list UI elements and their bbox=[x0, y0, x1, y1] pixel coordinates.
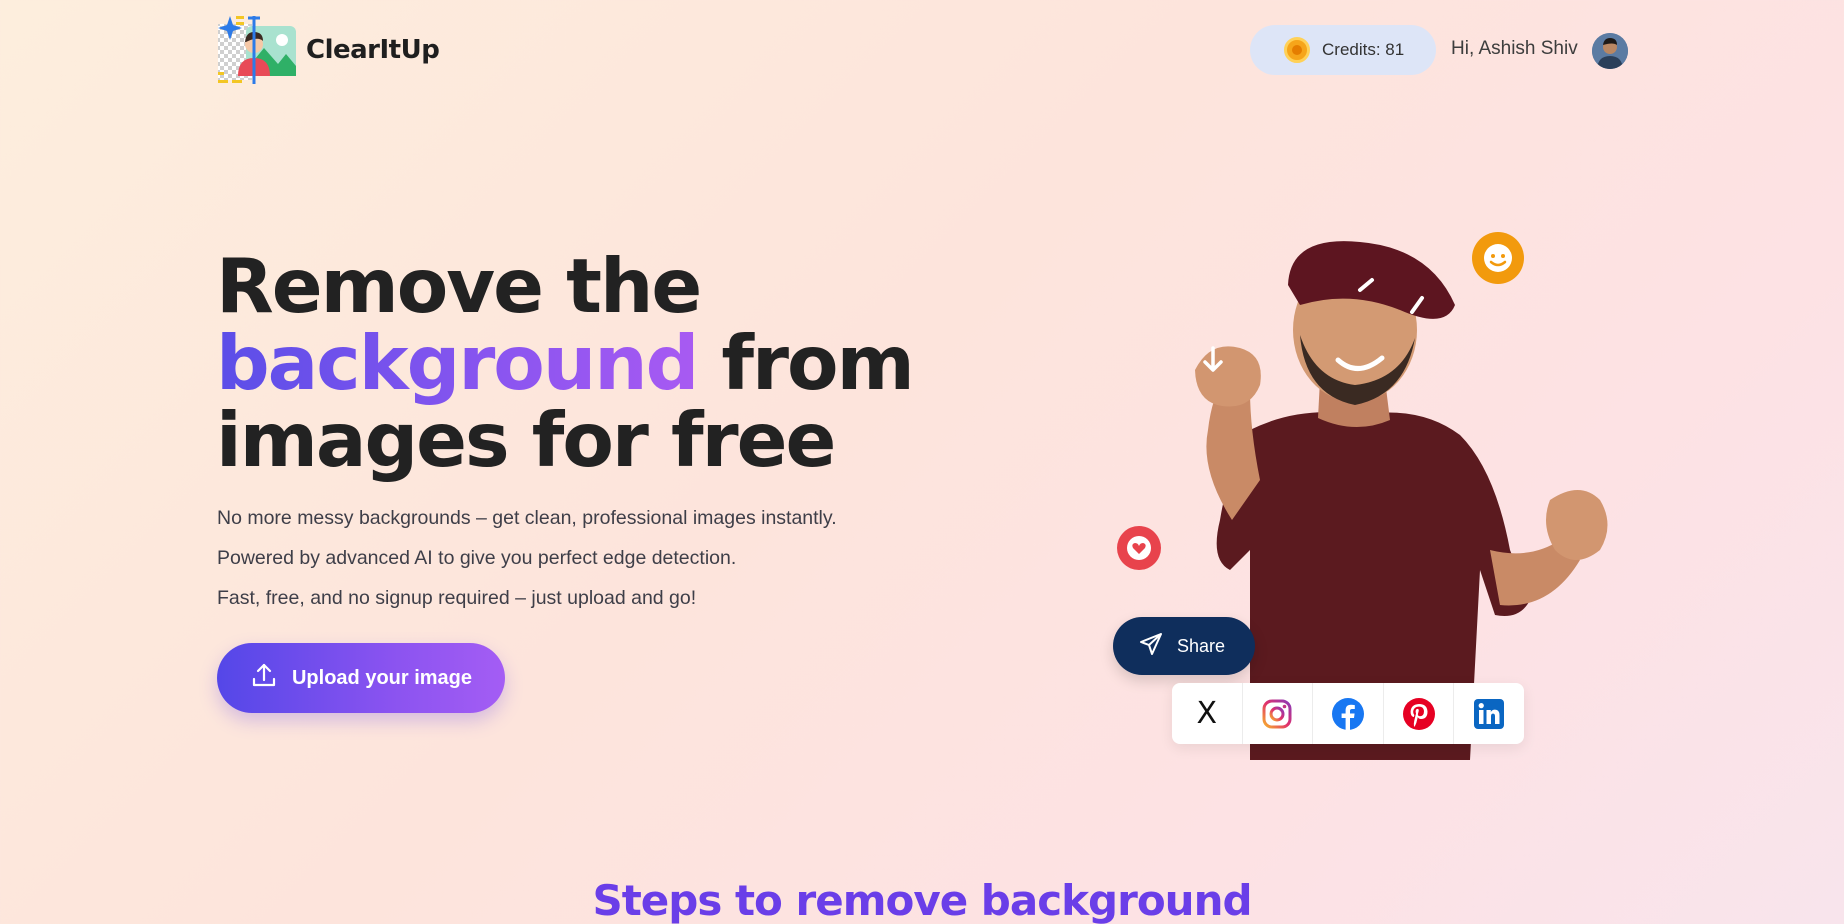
hero-description-1: No more messy backgrounds – get clean, p… bbox=[217, 507, 837, 529]
linkedin-icon bbox=[1474, 698, 1505, 729]
hero-title-line3: images for free bbox=[216, 396, 836, 484]
hero-title-accent: background bbox=[216, 319, 699, 407]
share-button[interactable]: Share bbox=[1113, 617, 1255, 675]
hero-title: Remove the background from images for fr… bbox=[216, 248, 976, 479]
upload-button-label: Upload your image bbox=[291, 666, 473, 689]
social-share-bar: X bbox=[1172, 683, 1524, 744]
credits-label: Credits: 81 bbox=[1322, 40, 1405, 59]
share-facebook-button[interactable] bbox=[1313, 683, 1384, 744]
steps-section-title: Steps to remove background bbox=[592, 876, 1252, 924]
facebook-icon bbox=[1331, 697, 1364, 730]
x-icon: X bbox=[1196, 696, 1218, 731]
share-linkedin-button[interactable] bbox=[1454, 683, 1524, 744]
smiley-icon bbox=[1472, 232, 1524, 284]
hero-image bbox=[1100, 220, 1660, 760]
share-label: Share bbox=[1177, 635, 1226, 656]
share-instagram-button[interactable] bbox=[1243, 683, 1314, 744]
instagram-icon bbox=[1262, 699, 1292, 728]
brand-name: ClearItUp bbox=[306, 35, 440, 65]
hero-description-3: Fast, free, and no signup required – jus… bbox=[217, 587, 697, 609]
share-pinterest-button[interactable] bbox=[1384, 683, 1455, 744]
upload-image-button[interactable]: Upload your image bbox=[217, 643, 505, 713]
credits-badge[interactable]: Credits: 81 bbox=[1250, 25, 1436, 75]
heart-icon bbox=[1117, 526, 1161, 570]
hero-description-2: Powered by advanced AI to give you perfe… bbox=[217, 547, 737, 569]
hero-title-line1: Remove the bbox=[216, 242, 702, 330]
pinterest-icon bbox=[1402, 697, 1435, 730]
send-icon bbox=[1139, 632, 1163, 661]
site-header: ClearItUp Credits: 81 Hi, Ashish Shiv bbox=[0, 0, 1844, 100]
hero-title-line2-rest: from bbox=[697, 319, 914, 407]
logo-icon bbox=[216, 14, 298, 86]
upload-icon bbox=[250, 661, 278, 695]
user-greeting: Hi, Ashish Shiv bbox=[1451, 38, 1578, 59]
share-x-button[interactable]: X bbox=[1172, 683, 1243, 744]
brand-logo[interactable]: ClearItUp bbox=[216, 14, 440, 86]
coin-icon bbox=[1284, 37, 1310, 63]
avatar[interactable] bbox=[1592, 33, 1628, 69]
